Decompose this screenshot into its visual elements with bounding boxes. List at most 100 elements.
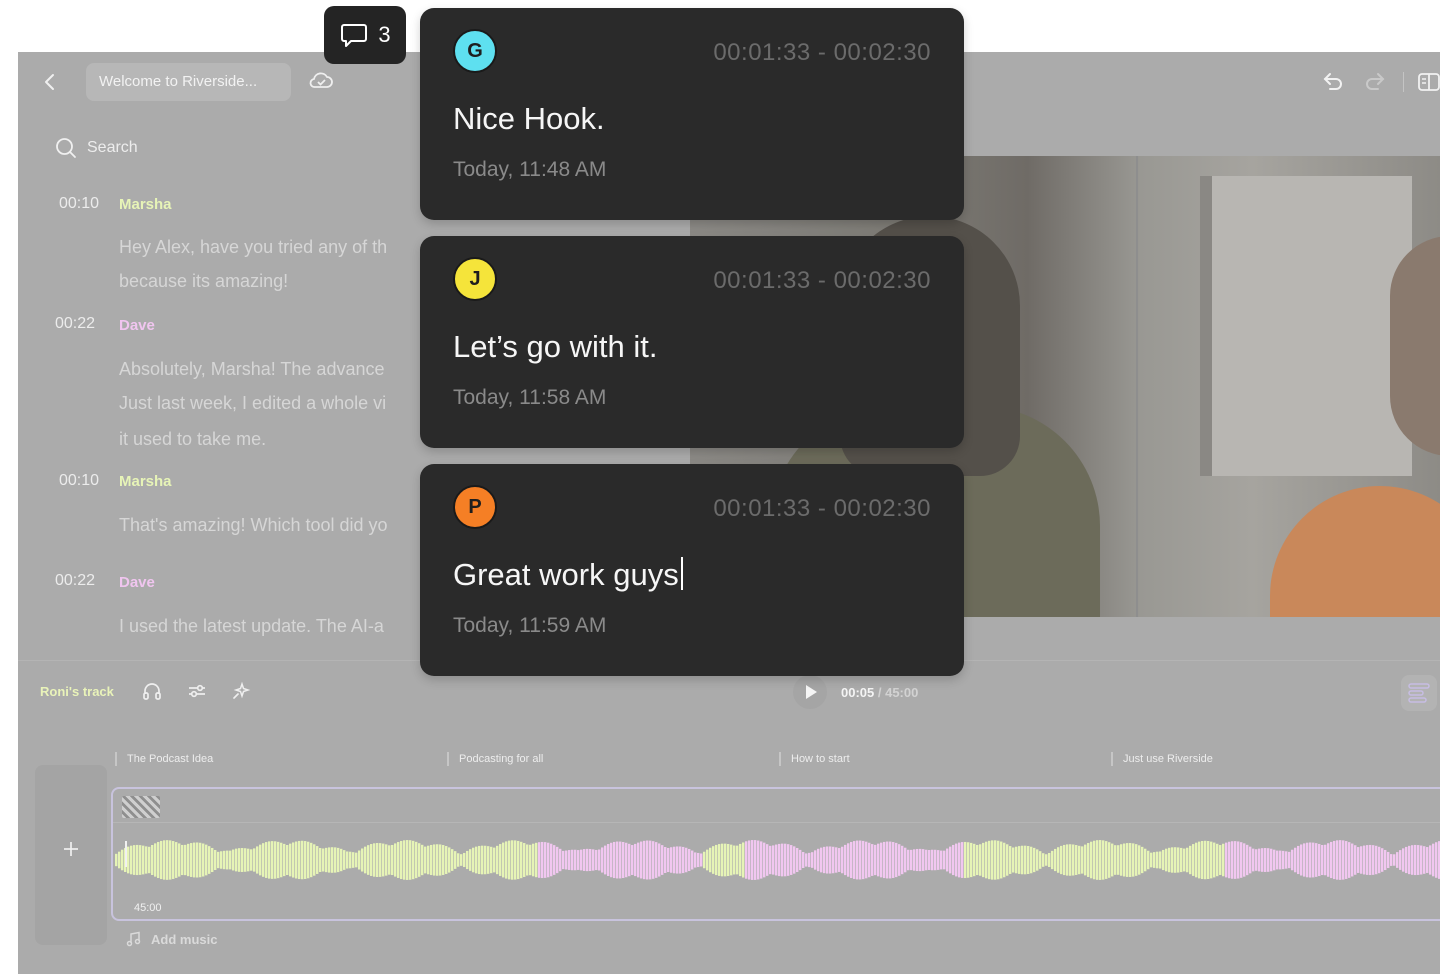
waveform-bar	[739, 843, 742, 877]
project-title-field[interactable]: Welcome to Riverside...	[86, 63, 291, 101]
comment-input[interactable]: Great work guys	[453, 557, 683, 593]
waveform-bar	[1426, 847, 1429, 873]
transcript-line[interactable]: Just last week, I edited a whole vi	[119, 386, 386, 420]
audio-waveform[interactable]	[113, 825, 1440, 895]
chapter-marker[interactable]: How to start	[779, 752, 850, 766]
transcript-line[interactable]: Hey Alex, have you tried any of th	[119, 230, 387, 264]
play-button[interactable]	[793, 675, 827, 709]
waveform-bar	[1420, 845, 1423, 875]
waveform-bar	[559, 848, 562, 872]
waveform-bar	[580, 849, 583, 871]
transcript-time[interactable]: 00:22	[55, 572, 95, 590]
waveform-bar	[1384, 849, 1387, 871]
transcript-line[interactable]: Absolutely, Marsha! The advance	[119, 352, 384, 386]
waveform-bar	[844, 844, 847, 876]
magic-sparkle-icon[interactable]	[231, 681, 251, 701]
comment-card[interactable]: P 00:01:33 - 00:02:30 Great work guys To…	[420, 464, 964, 676]
waveform-bar	[502, 842, 505, 878]
comment-card[interactable]: J 00:01:33 - 00:02:30 Let’s go with it. …	[420, 236, 964, 448]
waveform-bar	[481, 845, 484, 875]
chapter-marker[interactable]: The Podcast Idea	[115, 752, 213, 766]
waveform-bar	[478, 845, 481, 875]
waveform-bar	[940, 850, 943, 870]
waveform-bar	[565, 850, 568, 870]
chapter-marker[interactable]: Just use Riverside	[1111, 752, 1213, 766]
waveform-bar	[634, 843, 637, 877]
waveform-bar	[1027, 846, 1030, 874]
comment-time-range[interactable]: 00:01:33 - 00:02:30	[713, 495, 931, 523]
cloud-sync-icon[interactable]	[308, 70, 334, 92]
waveform-bar	[1006, 844, 1009, 876]
waveform-bar	[169, 840, 172, 880]
speaker-name: Dave	[119, 574, 155, 591]
comment-time-range[interactable]: 00:01:33 - 00:02:30	[713, 39, 931, 67]
waveform-bar	[727, 843, 730, 877]
waveform-bar	[190, 843, 193, 877]
waveform-bar	[919, 848, 922, 872]
waveform-bar	[1243, 843, 1246, 877]
waveform-bar	[907, 849, 910, 871]
transcript-line[interactable]: because its amazing!	[119, 264, 288, 298]
back-arrow-icon[interactable]	[40, 70, 60, 94]
speaker-name: Marsha	[119, 196, 172, 213]
waveform-bar	[379, 843, 382, 877]
waveform-bar	[355, 852, 358, 868]
comments-count-button[interactable]: 3	[324, 6, 406, 64]
waveform-bar	[463, 852, 466, 868]
comment-time-range[interactable]: 00:01:33 - 00:02:30	[713, 267, 931, 295]
transcript-search[interactable]: Search	[55, 135, 138, 161]
waveform-bar	[553, 845, 556, 875]
audio-track[interactable]: 45:00	[111, 787, 1440, 921]
waveform-bar	[676, 846, 679, 874]
waveform-bar	[1228, 841, 1231, 879]
add-music-label: Add music	[151, 931, 218, 947]
waveform-bar	[1291, 849, 1294, 871]
comment-card[interactable]: G 00:01:33 - 00:02:30 Nice Hook. Today, …	[420, 8, 964, 220]
adjustments-icon[interactable]	[187, 681, 207, 701]
waveform-bar	[640, 841, 643, 879]
transcript-line[interactable]: I used the latest update. The AI-a	[119, 609, 384, 643]
transcript-time[interactable]: 00:10	[59, 195, 99, 213]
waveform-bar	[217, 851, 220, 869]
waveform-bar	[1285, 851, 1288, 869]
waveform-bar	[1066, 844, 1069, 876]
waveform-bar	[1234, 841, 1237, 879]
waveform-bar	[784, 843, 787, 877]
waveform-bar	[421, 844, 424, 876]
waveform-bar	[574, 849, 577, 871]
waveform-bar	[892, 842, 895, 878]
waveform-bar	[706, 849, 709, 871]
waveform-bar	[1003, 842, 1006, 878]
waveform-bar	[1090, 841, 1093, 879]
waveform-bar	[691, 850, 694, 870]
headphones-icon[interactable]	[142, 681, 162, 701]
add-music-button[interactable]: Add music	[126, 931, 217, 947]
waveform-bar	[280, 842, 283, 878]
waveform-bar	[322, 848, 325, 872]
transcript-line[interactable]: it used to take me.	[119, 422, 266, 456]
undo-icon[interactable]	[1322, 70, 1344, 92]
waveform-bar	[1186, 847, 1189, 873]
waveform-bar	[871, 844, 874, 876]
transcript-view-button[interactable]	[1401, 675, 1437, 711]
waveform-bar	[1039, 851, 1042, 869]
redo-icon[interactable]	[1364, 70, 1386, 92]
plus-icon[interactable]	[61, 839, 81, 859]
waveform-bar	[292, 842, 295, 878]
chapter-marker[interactable]: Podcasting for all	[447, 752, 543, 766]
waveform-bar	[985, 841, 988, 879]
waveform-bar	[646, 840, 649, 880]
track-label[interactable]: Roni's track	[40, 684, 114, 699]
waveform-bar	[1177, 847, 1180, 873]
transcript-line[interactable]: That's amazing! Which tool did yo	[119, 508, 388, 542]
transcript-time[interactable]: 00:10	[59, 472, 99, 490]
waveform-bar	[490, 846, 493, 874]
comment-text: Let’s go with it.	[453, 329, 658, 364]
playhead[interactable]	[125, 841, 127, 867]
waveform-bar	[1381, 848, 1384, 872]
waveform-bar	[514, 840, 517, 880]
layout-toggle-icon[interactable]	[1418, 72, 1440, 92]
waveform-bar	[1126, 843, 1129, 877]
transcript-time[interactable]: 00:22	[55, 315, 95, 333]
waveform-bar	[1120, 844, 1123, 876]
